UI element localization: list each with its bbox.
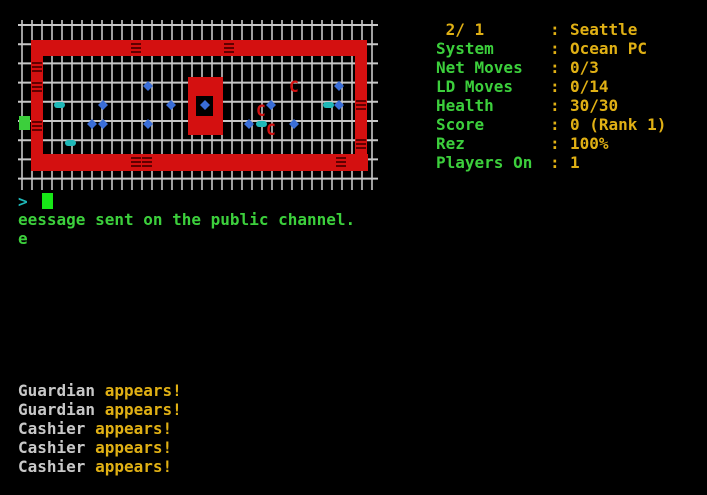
stat-row: System: Ocean PC — [436, 39, 666, 58]
door — [142, 161, 152, 163]
stat-label: Score — [436, 115, 485, 134]
stat-separator: : — [550, 96, 560, 115]
stat-label: Net Moves — [436, 58, 523, 77]
door — [356, 143, 366, 145]
wall — [31, 154, 368, 171]
door — [131, 157, 141, 159]
player-marker — [19, 116, 30, 130]
door — [336, 157, 346, 159]
door — [32, 121, 42, 123]
log-action: appears! — [104, 381, 182, 400]
cyan-item — [323, 102, 334, 108]
stat-label: Players On — [436, 153, 533, 172]
cyan-item — [54, 102, 65, 108]
cyan-item — [65, 140, 76, 146]
door — [32, 86, 42, 88]
door — [131, 47, 141, 49]
wall — [31, 40, 43, 171]
log-subject: Cashier — [18, 457, 96, 476]
door — [32, 82, 42, 84]
door — [32, 66, 42, 68]
stat-value: Seattle — [570, 20, 638, 39]
stat-separator: : — [550, 58, 560, 77]
log-action: appears! — [104, 400, 182, 419]
door — [32, 90, 42, 92]
door — [356, 139, 366, 141]
log-entry: Guardian appears! — [18, 400, 182, 419]
stat-value: Ocean PC — [570, 39, 648, 58]
command-prompt: > — [18, 192, 28, 211]
door — [32, 125, 42, 127]
stat-row: Players On:1 — [436, 153, 666, 172]
stat-row: 2/ 1: Seattle — [436, 20, 666, 39]
door — [224, 51, 234, 53]
log-action: appears! — [95, 457, 173, 476]
game-screen: CCC 2/ 1: Seattle System: Ocean PC Net Moves… — [0, 0, 707, 495]
stat-value: 30/30 — [570, 96, 619, 115]
stat-row: Net Moves:0/3 — [436, 58, 666, 77]
stat-row: Health:30/30 — [436, 96, 666, 115]
stat-separator: : — [550, 115, 560, 134]
stat-label: System — [436, 39, 494, 58]
event-log: Guardian appears! Guardian appears! Cashie… — [18, 381, 182, 476]
stat-value: 0 (Rank 1) — [570, 115, 667, 134]
stat-row: Rez:100% — [436, 134, 666, 153]
stat-separator: : — [550, 134, 560, 153]
enemy-marker: C — [256, 101, 266, 120]
stat-separator: : — [550, 39, 560, 58]
door — [32, 70, 42, 72]
stat-label: Health — [436, 96, 494, 115]
log-action: appears! — [95, 419, 173, 438]
log-entry: Cashier appears! — [18, 419, 182, 438]
door — [131, 161, 141, 163]
log-subject: Guardian — [18, 400, 105, 419]
stat-separator: : — [550, 77, 560, 96]
stat-separator: : — [550, 20, 560, 39]
message-line-1: eessage sent on the public channel. — [18, 210, 356, 229]
stat-value: 0/3 — [570, 58, 599, 77]
stat-row: LD Moves:0/14 — [436, 77, 666, 96]
door — [356, 100, 366, 102]
stat-label: LD Moves — [436, 77, 514, 96]
door — [131, 43, 141, 45]
door — [356, 104, 366, 106]
door — [336, 161, 346, 163]
log-entry: Guardian appears! — [18, 381, 182, 400]
door — [356, 147, 366, 149]
stat-value: 100% — [570, 134, 609, 153]
door — [142, 157, 152, 159]
stat-value: 0/14 — [570, 77, 609, 96]
door — [131, 51, 141, 53]
door — [131, 165, 141, 167]
door — [224, 47, 234, 49]
door — [142, 165, 152, 167]
door — [32, 62, 42, 64]
stat-label: 2/ 1 — [436, 20, 485, 39]
door — [32, 129, 42, 131]
door — [224, 43, 234, 45]
log-action: appears! — [95, 438, 173, 457]
log-subject: Cashier — [18, 438, 96, 457]
stat-value: 1 — [570, 153, 580, 172]
stat-row: Score:0 (Rank 1) — [436, 115, 666, 134]
enemy-marker: C — [266, 120, 276, 139]
text-cursor[interactable] — [42, 193, 53, 209]
log-entry: Cashier appears! — [18, 457, 182, 476]
stat-separator: : — [550, 153, 560, 172]
message-line-2: e — [18, 229, 28, 248]
door — [336, 165, 346, 167]
stat-label: Rez — [436, 134, 465, 153]
wall — [31, 40, 366, 56]
enemy-marker: C — [289, 77, 299, 96]
door — [356, 108, 366, 110]
stats-panel: 2/ 1: Seattle System: Ocean PC Net Moves:0/3… — [436, 20, 666, 172]
netmap: CCC — [18, 20, 378, 190]
log-entry: Cashier appears! — [18, 438, 182, 457]
log-subject: Cashier — [18, 419, 96, 438]
log-subject: Guardian — [18, 381, 105, 400]
